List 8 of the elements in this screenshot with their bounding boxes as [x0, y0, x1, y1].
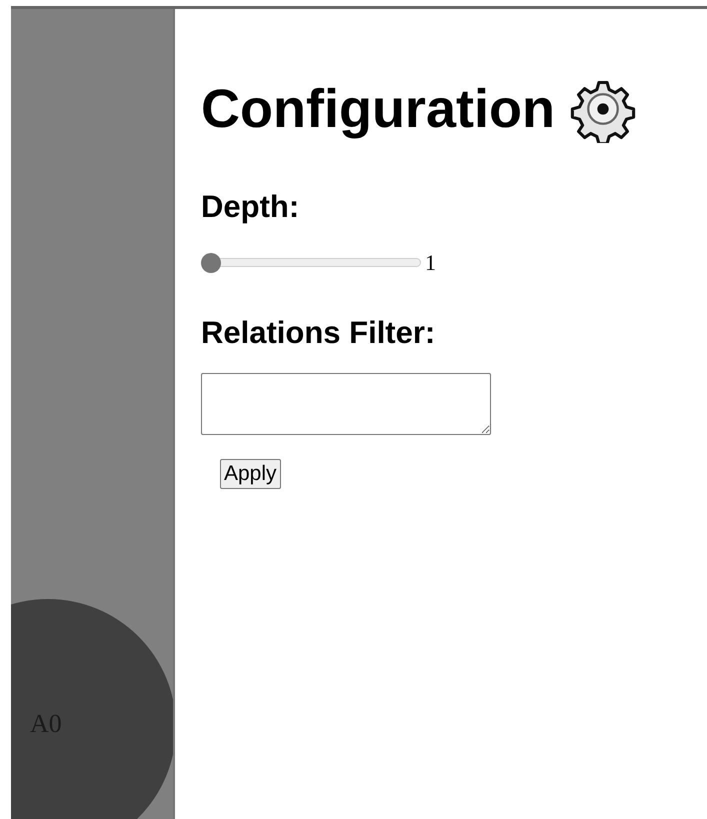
filter-input[interactable] — [201, 373, 491, 435]
slider-thumb[interactable] — [201, 253, 221, 273]
depth-label: Depth: — [201, 189, 300, 225]
depth-slider[interactable] — [201, 253, 421, 273]
apply-button[interactable]: Apply — [220, 459, 281, 489]
depth-value: 1 — [425, 250, 436, 276]
filter-label: Relations Filter: — [201, 315, 436, 351]
panel-title: Configuration — [201, 78, 555, 140]
